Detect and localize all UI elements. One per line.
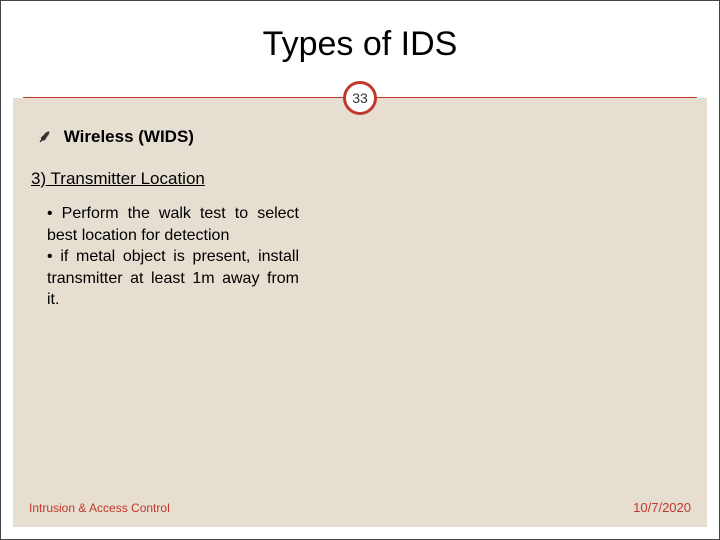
content-block: • Perform the walk test to select best l… [47, 203, 299, 311]
slide-title: Types of IDS [1, 1, 719, 64]
page-number-badge: 33 [343, 81, 377, 115]
footer-right: 10/7/2020 [633, 500, 691, 515]
section-title: 3) Transmitter Location [31, 169, 683, 189]
bullet-icon: ⸙ [37, 127, 50, 146]
slide-body: ⸙ Wireless (WIDS) 3) Transmitter Location… [13, 98, 707, 527]
slide: Types of IDS 33 ⸙ Wireless (WIDS) 3) Tran… [0, 0, 720, 540]
subheading-row: ⸙ Wireless (WIDS) [37, 124, 683, 147]
bullet-item: • if metal object is present, install tr… [47, 246, 299, 311]
subheading-text: Wireless (WIDS) [64, 127, 194, 146]
footer-left: Intrusion & Access Control [29, 501, 170, 515]
bullet-item: • Perform the walk test to select best l… [47, 203, 299, 246]
